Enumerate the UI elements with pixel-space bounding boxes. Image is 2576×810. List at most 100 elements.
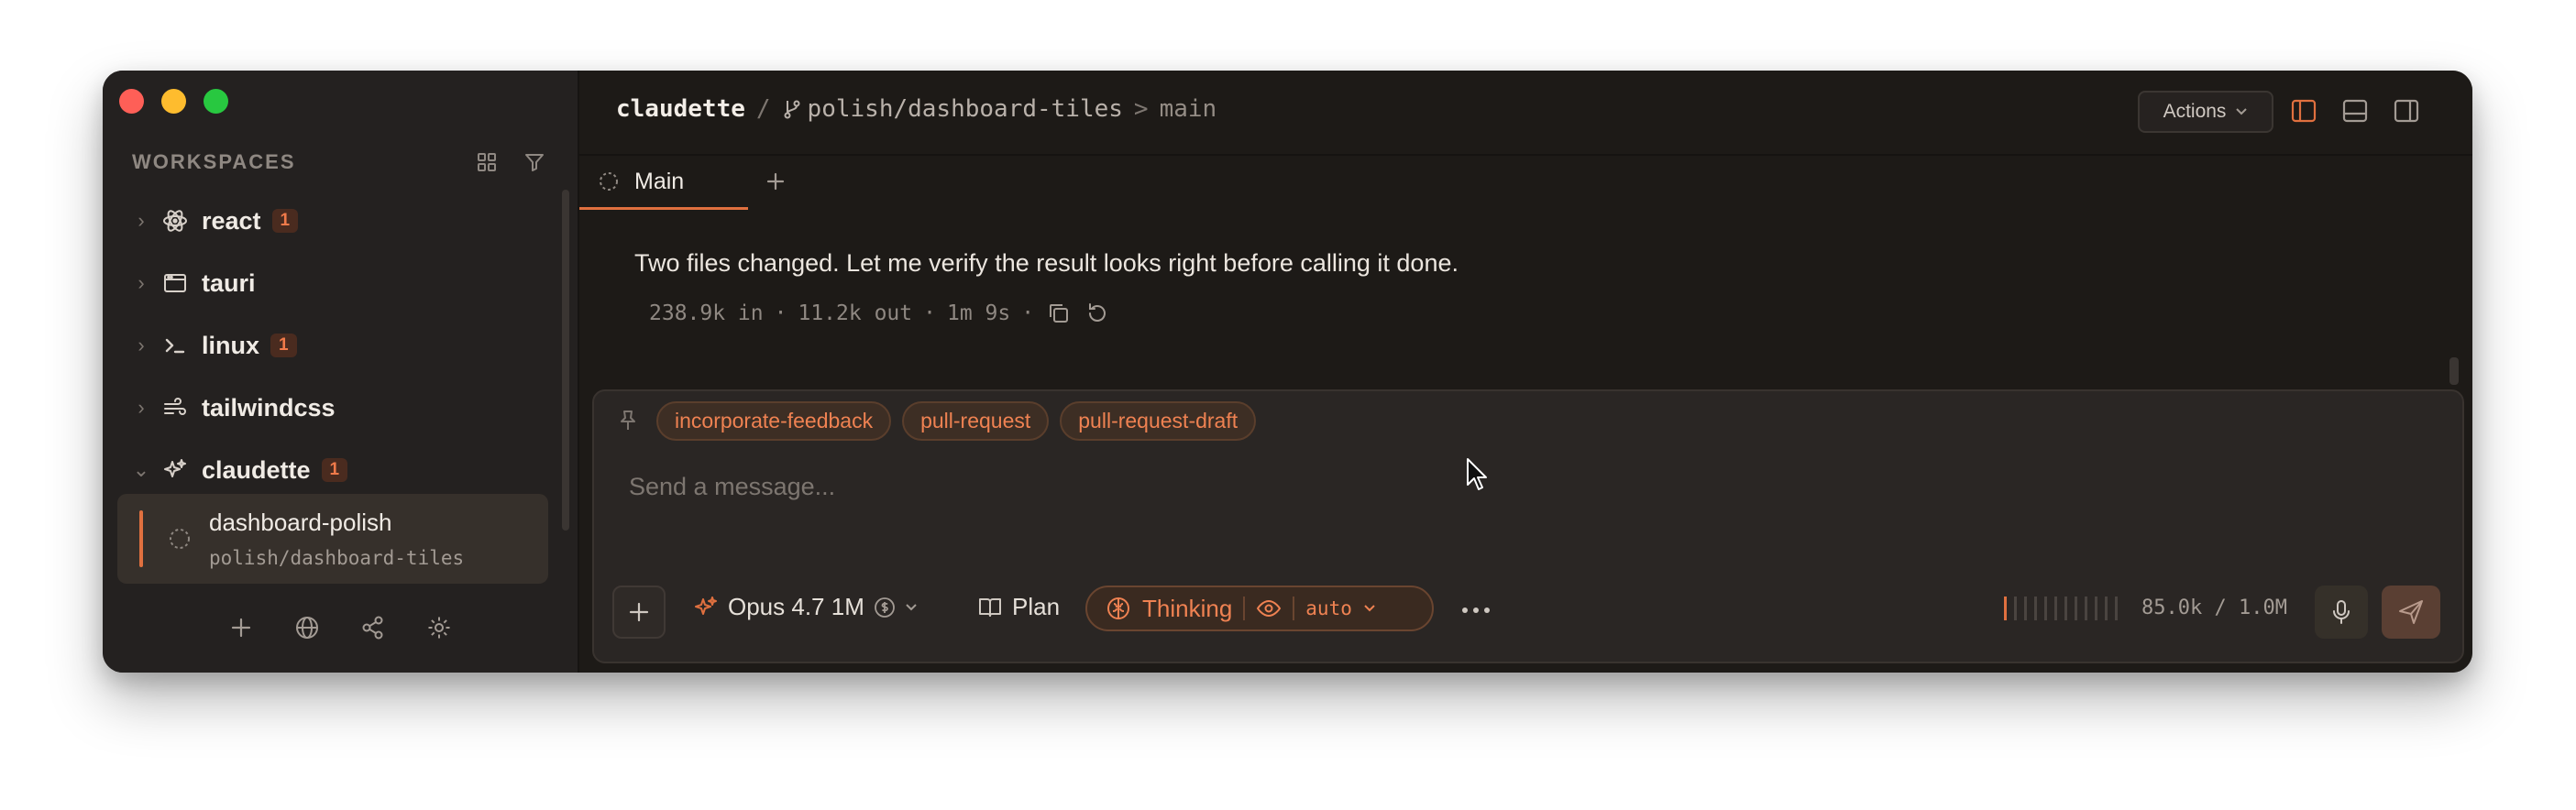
chip-incorporate-feedback[interactable]: incorporate-feedback [656, 400, 892, 441]
plan-label: Plan [1012, 593, 1061, 620]
notification-badge: 1 [321, 458, 348, 482]
plan-toggle[interactable]: Plan [977, 593, 1060, 621]
chip-pull-request[interactable]: pull-request [902, 400, 1050, 441]
composer-controls: Opus 4.7 1M Plan Thinking auto 85.0k / 1… [594, 584, 2462, 640]
tab-bar: Main [579, 156, 2472, 211]
grid-view-icon[interactable] [473, 148, 501, 176]
attach-button[interactable] [612, 586, 666, 639]
copy-icon[interactable] [1045, 300, 1073, 327]
effort-level[interactable]: auto [1305, 597, 1352, 619]
message-input[interactable] [627, 472, 2372, 502]
notification-badge: 1 [270, 334, 297, 357]
sidebar-item-label: react [202, 206, 261, 235]
model-name: Opus 4.7 1M [728, 593, 864, 620]
actions-label: Actions [2163, 101, 2227, 122]
window-controls [119, 89, 228, 114]
plus-icon [629, 602, 649, 622]
more-options-icon[interactable] [1458, 597, 1494, 624]
send-button[interactable] [2382, 586, 2440, 639]
sidebar-item-react[interactable]: › react 1 [103, 190, 561, 252]
actions-dropdown[interactable]: Actions [2138, 91, 2273, 133]
eye-icon[interactable] [1256, 598, 1282, 618]
active-indicator [139, 510, 143, 567]
sidebar-item-label: linux [202, 331, 260, 359]
context-meter-bar [2004, 597, 2007, 620]
breadcrumb-branch[interactable]: polish/dashboard-tiles [808, 95, 1123, 123]
globe-icon[interactable] [292, 613, 322, 642]
microphone-icon [2333, 600, 2350, 624]
sidebar-scrollbar[interactable] [562, 190, 569, 531]
maximize-window-button[interactable] [204, 89, 228, 114]
chevron-right-icon[interactable]: › [132, 271, 150, 295]
breadcrumb-target-branch[interactable]: main [1160, 95, 1217, 123]
context-meter-bar [2105, 597, 2108, 620]
minimize-window-button[interactable] [161, 89, 186, 114]
plus-icon [766, 172, 785, 191]
context-meter-bar [2034, 597, 2037, 620]
workspaces-title: WORKSPACES [132, 150, 296, 173]
gear-icon[interactable] [424, 613, 454, 642]
add-tab-button[interactable] [759, 165, 792, 198]
sidebar-item-tailwindcss[interactable]: › tailwindcss [103, 377, 561, 439]
workspace-tree: › react 1 › tauri › linux 1 › tailwindcs… [103, 190, 561, 501]
retry-icon[interactable] [1084, 300, 1111, 327]
sparkles-icon [161, 456, 189, 484]
sidebar-item-claudette[interactable]: ⌄ claudette 1 [103, 439, 561, 501]
sparkles-icon [695, 596, 717, 615]
chevron-down-icon [1364, 605, 1375, 612]
chevron-right-icon[interactable]: › [132, 396, 150, 420]
close-window-button[interactable] [119, 89, 144, 114]
chevron-right-icon[interactable]: › [132, 334, 150, 357]
sidebar-item-linux[interactable]: › linux 1 [103, 314, 561, 377]
share-icon[interactable] [358, 613, 388, 642]
thinking-toggle[interactable]: Thinking auto [1085, 586, 1434, 631]
microphone-button[interactable] [2315, 586, 2368, 639]
book-icon [979, 597, 1001, 617]
workspace-branch: polish/dashboard-tiles [209, 547, 465, 569]
message-composer: incorporate-feedback pull-request pull-r… [592, 389, 2464, 663]
top-bar: claudette / polish/dashboard-tiles > mai… [579, 71, 2472, 156]
sidebar-item-label: claudette [202, 455, 311, 484]
sidebar: WORKSPACES › react 1 › tauri › linux 1 ›… [103, 71, 579, 673]
context-meter-bar [2085, 597, 2087, 620]
conversation-scrollbar[interactable] [2449, 357, 2459, 385]
active-workspace-item[interactable]: dashboard-polish polish/dashboard-tiles [117, 494, 548, 584]
toggle-left-panel-icon[interactable] [2288, 95, 2319, 126]
chevron-down-icon[interactable]: ⌄ [132, 458, 150, 482]
tokens-in: 238.9k in [649, 301, 764, 325]
pin-icon[interactable] [614, 407, 642, 434]
sidebar-footer [103, 613, 578, 655]
status-spinner-icon [600, 172, 618, 191]
notification-badge: 1 [271, 209, 299, 233]
message-metadata: 238.9k in · 11.2k out · 1m 9s · [649, 300, 1111, 327]
context-meter-bar [2054, 597, 2057, 620]
tokens-out: 11.2k out [798, 301, 913, 325]
thinking-label: Thinking [1142, 594, 1233, 622]
meta-separator: · [1021, 301, 1035, 325]
tab-main[interactable]: Main [579, 156, 748, 210]
context-meter-bar [2095, 597, 2097, 620]
tab-label: Main [634, 168, 685, 194]
breadcrumb-repo[interactable]: claudette [616, 95, 745, 123]
mouse-cursor-icon [1467, 458, 1487, 490]
meta-separator: · [774, 301, 787, 325]
chevron-down-icon [906, 603, 917, 610]
workspaces-header: WORKSPACES [132, 144, 548, 181]
add-icon[interactable] [226, 613, 256, 642]
window-icon [161, 269, 189, 297]
sidebar-item-tauri[interactable]: › tauri [103, 252, 561, 314]
context-meter-bar [2044, 597, 2047, 620]
breadcrumb: claudette / polish/dashboard-tiles > mai… [616, 95, 1216, 123]
assistant-message: Two files changed. Let me verify the res… [634, 249, 1459, 277]
context-usage-meter [2004, 597, 2118, 620]
breadcrumb-arrow: > [1133, 95, 1149, 123]
context-meter-bar [2115, 597, 2118, 620]
model-selector[interactable]: Opus 4.7 1M [693, 593, 918, 621]
chip-pull-request-draft[interactable]: pull-request-draft [1060, 400, 1257, 441]
command-chips: incorporate-feedback pull-request pull-r… [614, 400, 1257, 441]
toggle-bottom-panel-icon[interactable] [2339, 95, 2371, 126]
chevron-right-icon[interactable]: › [132, 209, 150, 233]
context-meter-bar [2014, 597, 2017, 620]
filter-icon[interactable] [521, 148, 548, 176]
toggle-right-panel-icon[interactable] [2391, 95, 2422, 126]
